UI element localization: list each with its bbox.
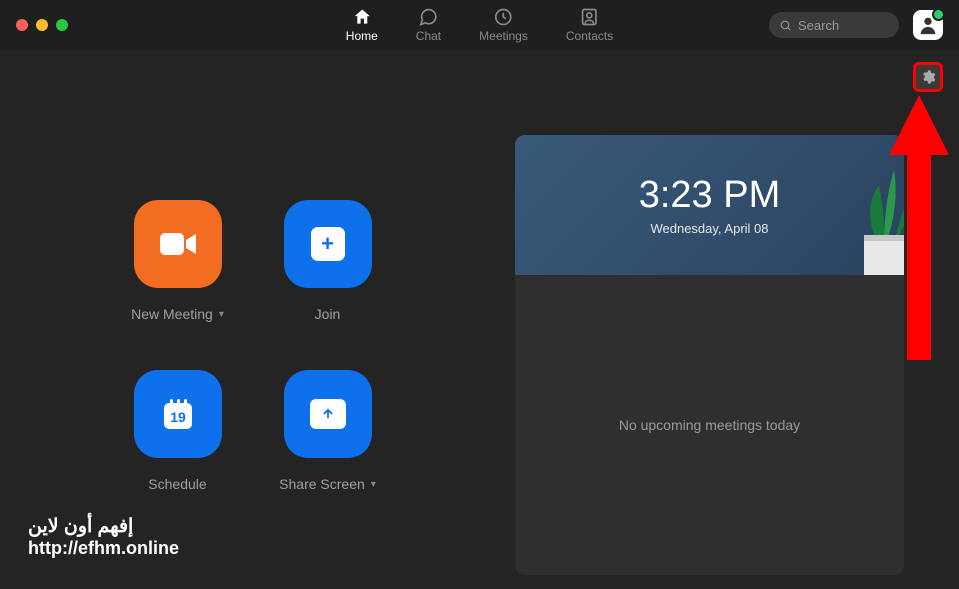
share-screen-button[interactable]: [284, 370, 372, 458]
new-meeting-label: New Meeting: [131, 306, 213, 322]
watermark: إفهم أون لاين http://efhm.online: [28, 515, 179, 559]
nav-home-label: Home: [346, 29, 378, 43]
card-body: No upcoming meetings today: [515, 275, 904, 575]
join-tile: + Join: [253, 200, 403, 370]
schedule-button[interactable]: 19: [134, 370, 222, 458]
watermark-url: http://efhm.online: [28, 538, 179, 559]
nav-meetings-label: Meetings: [479, 29, 528, 43]
no-meetings-text: No upcoming meetings today: [619, 417, 800, 433]
annotation-arrow: [889, 95, 949, 360]
titlebar: Home Chat Meetings Contacts Search: [0, 0, 959, 50]
nav-meetings[interactable]: Meetings: [479, 7, 528, 43]
new-meeting-tile: New Meeting ▾: [103, 200, 253, 370]
contacts-icon: [580, 7, 600, 27]
close-window-button[interactable]: [16, 19, 28, 31]
join-button[interactable]: +: [284, 200, 372, 288]
search-input[interactable]: Search: [769, 12, 899, 38]
nav-home[interactable]: Home: [346, 7, 378, 43]
clock-icon: [494, 7, 514, 27]
nav-chat[interactable]: Chat: [416, 7, 441, 43]
card-header: 3:23 PM Wednesday, April 08: [515, 135, 904, 275]
main-content: New Meeting ▾ + Join: [0, 50, 959, 589]
chat-icon: [418, 7, 438, 27]
chevron-down-icon[interactable]: ▾: [219, 309, 224, 320]
home-icon: [352, 7, 372, 27]
minimize-window-button[interactable]: [36, 19, 48, 31]
main-nav: Home Chat Meetings Contacts: [346, 7, 613, 43]
actions-panel: New Meeting ▾ + Join: [0, 50, 505, 589]
share-icon: [310, 399, 346, 429]
maximize-window-button[interactable]: [56, 19, 68, 31]
share-screen-tile: Share Screen ▾: [253, 370, 403, 540]
window-controls: [16, 19, 68, 31]
titlebar-right: Search: [769, 10, 943, 40]
svg-text:19: 19: [170, 409, 186, 425]
user-avatar-icon: [917, 14, 939, 36]
nav-contacts[interactable]: Contacts: [566, 7, 613, 43]
current-time: 3:23 PM: [639, 174, 781, 217]
share-screen-label: Share Screen: [279, 476, 365, 492]
chevron-down-icon[interactable]: ▾: [371, 479, 376, 490]
current-date: Wednesday, April 08: [650, 221, 768, 236]
schedule-label: Schedule: [148, 476, 206, 492]
nav-contacts-label: Contacts: [566, 29, 613, 43]
nav-chat-label: Chat: [416, 29, 441, 43]
settings-button[interactable]: [913, 62, 943, 92]
new-meeting-button[interactable]: [134, 200, 222, 288]
gear-icon: [920, 69, 936, 85]
today-card: 3:23 PM Wednesday, April 08 No upcoming …: [515, 135, 904, 575]
calendar-icon: 19: [158, 394, 198, 434]
search-placeholder: Search: [798, 18, 839, 33]
plus-icon: +: [311, 227, 345, 261]
avatar[interactable]: [913, 10, 943, 40]
video-icon: [156, 227, 200, 261]
search-icon: [779, 19, 792, 32]
join-label: Join: [315, 306, 341, 322]
watermark-title: إفهم أون لاين: [28, 515, 179, 538]
